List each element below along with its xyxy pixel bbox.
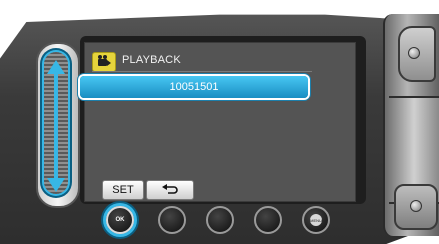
screw-icon <box>410 200 422 212</box>
list-item-selected[interactable]: 10051501 <box>80 76 308 98</box>
screen-header: PLAYBACK <box>92 52 312 72</box>
screw-icon <box>408 47 420 59</box>
back-button[interactable] <box>146 180 194 200</box>
back-arrow-icon <box>162 184 178 194</box>
operation-button-2[interactable] <box>158 206 186 234</box>
menu-button[interactable]: MENU <box>302 206 330 234</box>
header-divider <box>92 71 312 72</box>
down-arrow-icon <box>47 178 65 192</box>
menu-icon: MENU <box>310 214 322 226</box>
ok-button[interactable]: OK <box>106 206 134 234</box>
set-button[interactable]: SET <box>102 180 144 200</box>
screen-title: PLAYBACK <box>122 54 181 66</box>
video-camera-icon <box>92 52 116 72</box>
camcorder-ui: PLAYBACK 10051501 SET OK MENU <box>0 0 439 244</box>
operation-button-4[interactable] <box>254 206 282 234</box>
menu-label: MENU <box>310 217 322 223</box>
slider-shaft <box>54 72 58 180</box>
ok-label: OK <box>115 217 125 223</box>
operation-button-3[interactable] <box>206 206 234 234</box>
